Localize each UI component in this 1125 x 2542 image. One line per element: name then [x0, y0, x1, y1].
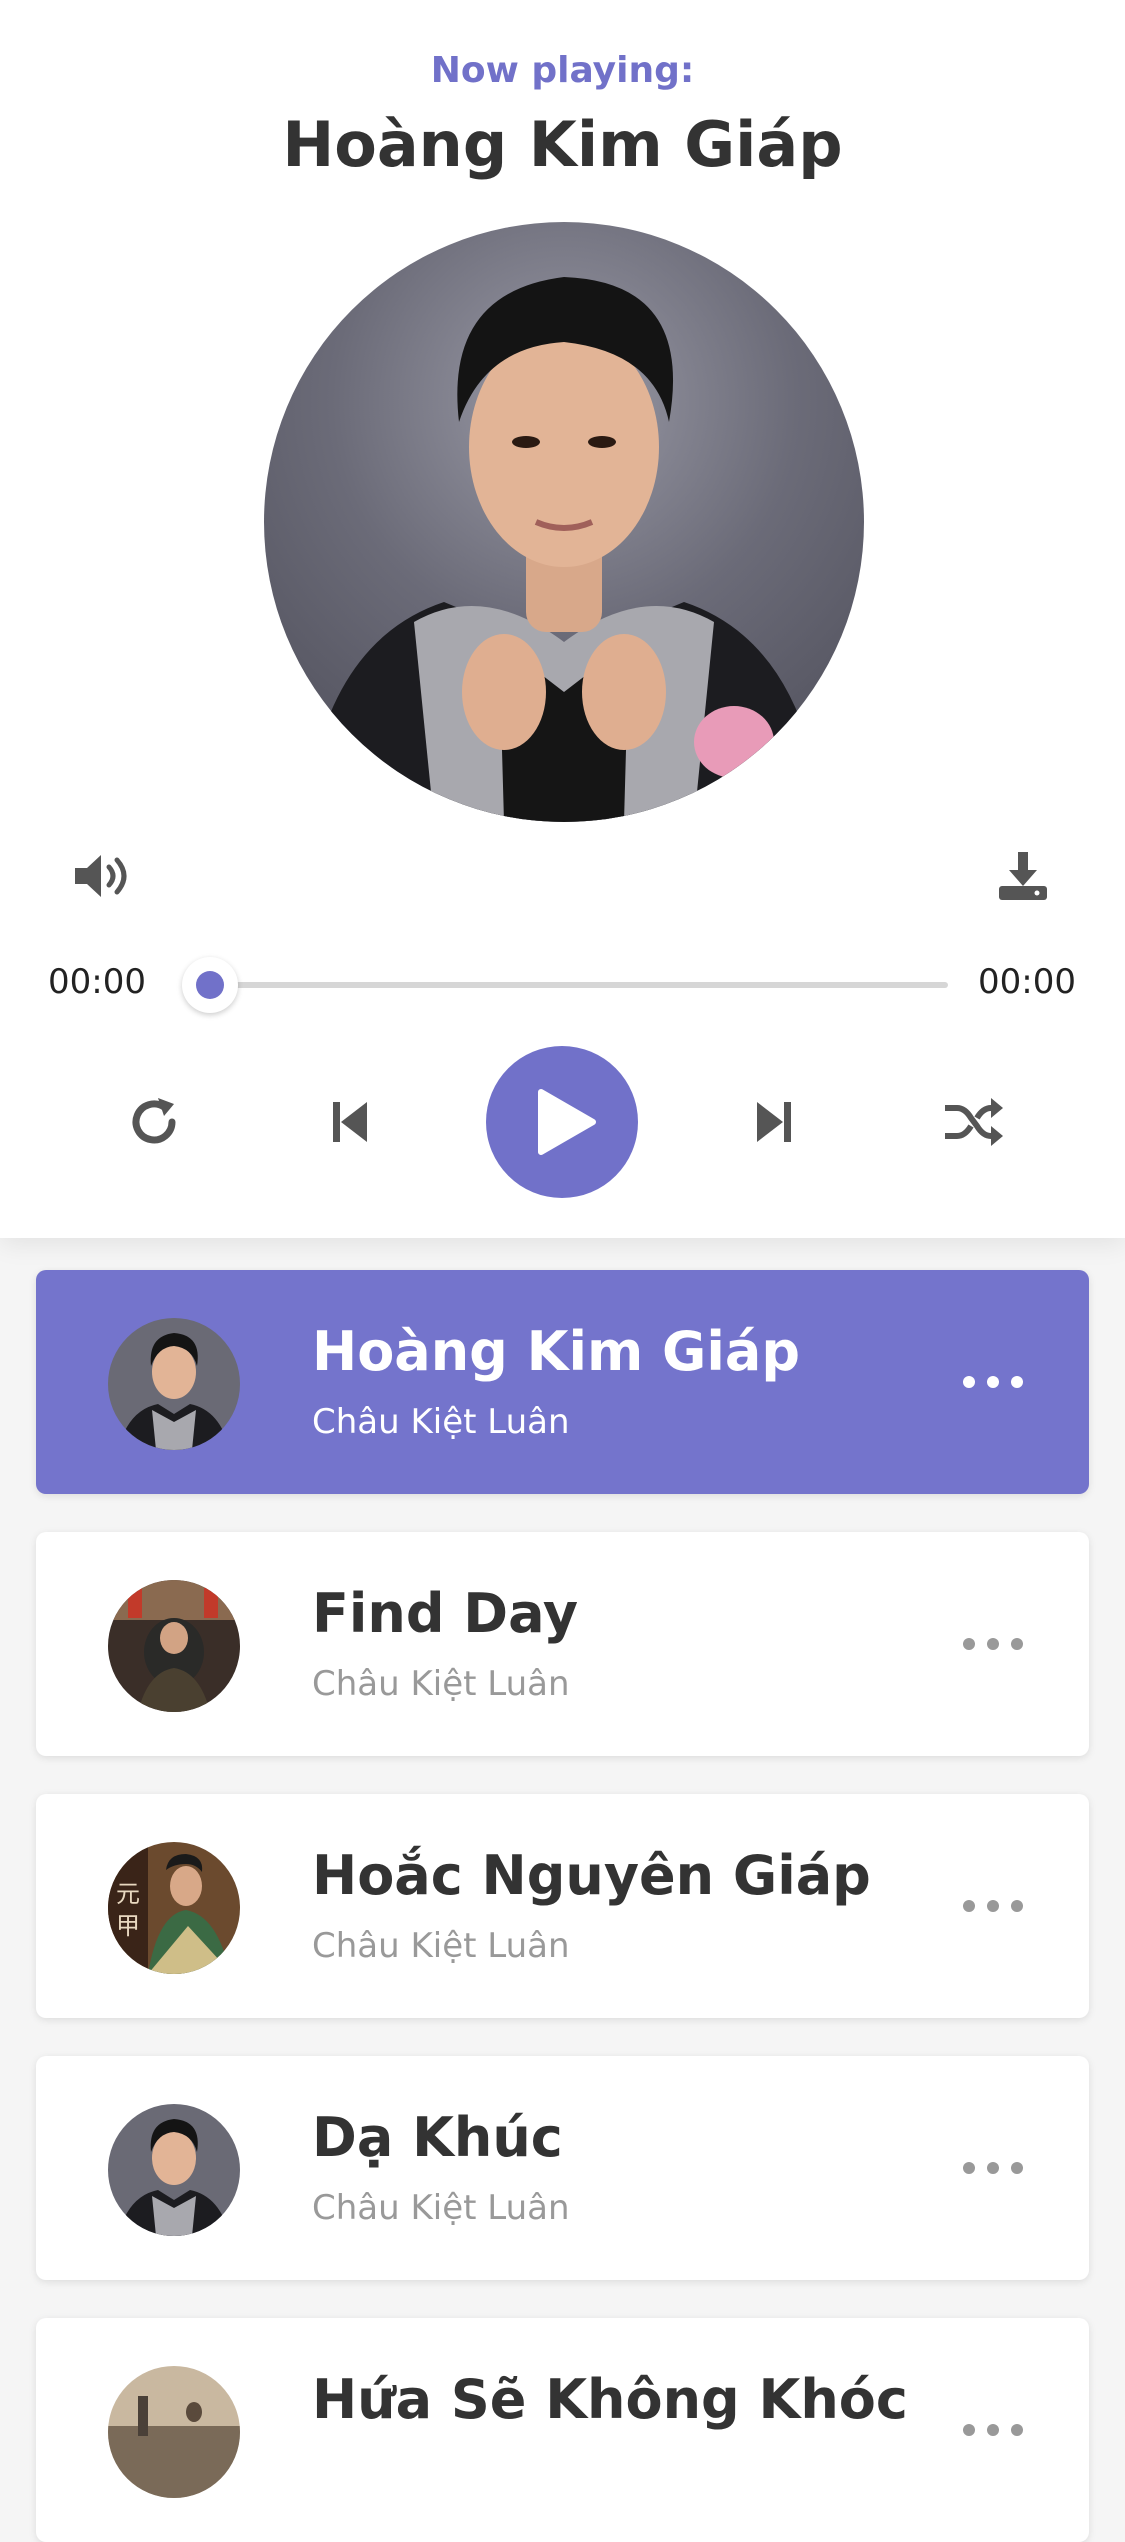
more-icon[interactable] [963, 2408, 1023, 2452]
song-title: Hoắc Nguyên Giáp [312, 1844, 871, 1907]
more-icon[interactable] [963, 2146, 1023, 2190]
playlist-item[interactable]: Dạ Khúc Châu Kiệt Luân [36, 2056, 1089, 2280]
playlist-item[interactable]: 元 甲 Hoắc Nguyên Giáp Châu Kiệt Luân [36, 1794, 1089, 2018]
play-button[interactable] [486, 1046, 638, 1198]
svg-text:甲: 甲 [116, 1912, 140, 1940]
song-title: Dạ Khúc [312, 2106, 563, 2169]
song-artist: Châu Kiệt Luân [312, 1926, 570, 1966]
playlist-item[interactable]: Hoàng Kim Giáp Châu Kiệt Luân [36, 1270, 1089, 1494]
current-time: 00:00 [48, 962, 146, 1002]
playlist-item[interactable]: Find Day Châu Kiệt Luân [36, 1532, 1089, 1756]
song-title: Hứa Sẽ Không Khóc [312, 2368, 908, 2431]
more-icon[interactable] [963, 1622, 1023, 1666]
now-playing-label: Now playing: [430, 50, 695, 91]
song-thumbnail [108, 2104, 240, 2236]
more-icon[interactable] [963, 1884, 1023, 1928]
svg-text:元: 元 [116, 1880, 140, 1908]
song-artist: Châu Kiệt Luân [312, 1402, 570, 1442]
song-thumbnail: 元 甲 [108, 1842, 240, 1974]
next-icon[interactable] [748, 1092, 798, 1152]
album-cover [264, 222, 864, 822]
progress-thumb[interactable] [182, 957, 238, 1013]
playlist-item[interactable]: Hứa Sẽ Không Khóc [36, 2318, 1089, 2542]
song-thumbnail [108, 1318, 240, 1450]
song-artist: Châu Kiệt Luân [312, 2188, 570, 2228]
download-icon[interactable] [992, 846, 1054, 906]
shuffle-icon[interactable] [940, 1090, 1006, 1154]
song-title: Hoàng Kim Giáp [312, 1320, 800, 1383]
previous-icon[interactable] [326, 1092, 376, 1152]
more-icon[interactable] [963, 1360, 1023, 1404]
player-panel: Now playing: Hoàng Kim Giáp 00:00 00:00 [0, 0, 1125, 1238]
song-artist: Châu Kiệt Luân [312, 1664, 570, 1704]
volume-icon[interactable] [66, 846, 140, 906]
song-thumbnail [108, 1580, 240, 1712]
repeat-icon[interactable] [122, 1090, 186, 1154]
song-title: Find Day [312, 1582, 579, 1645]
progress-track[interactable] [202, 982, 948, 988]
duration: 00:00 [978, 962, 1076, 1002]
current-song-title: Hoàng Kim Giáp [282, 108, 843, 181]
play-icon [538, 1089, 596, 1155]
song-thumbnail [108, 2366, 240, 2498]
